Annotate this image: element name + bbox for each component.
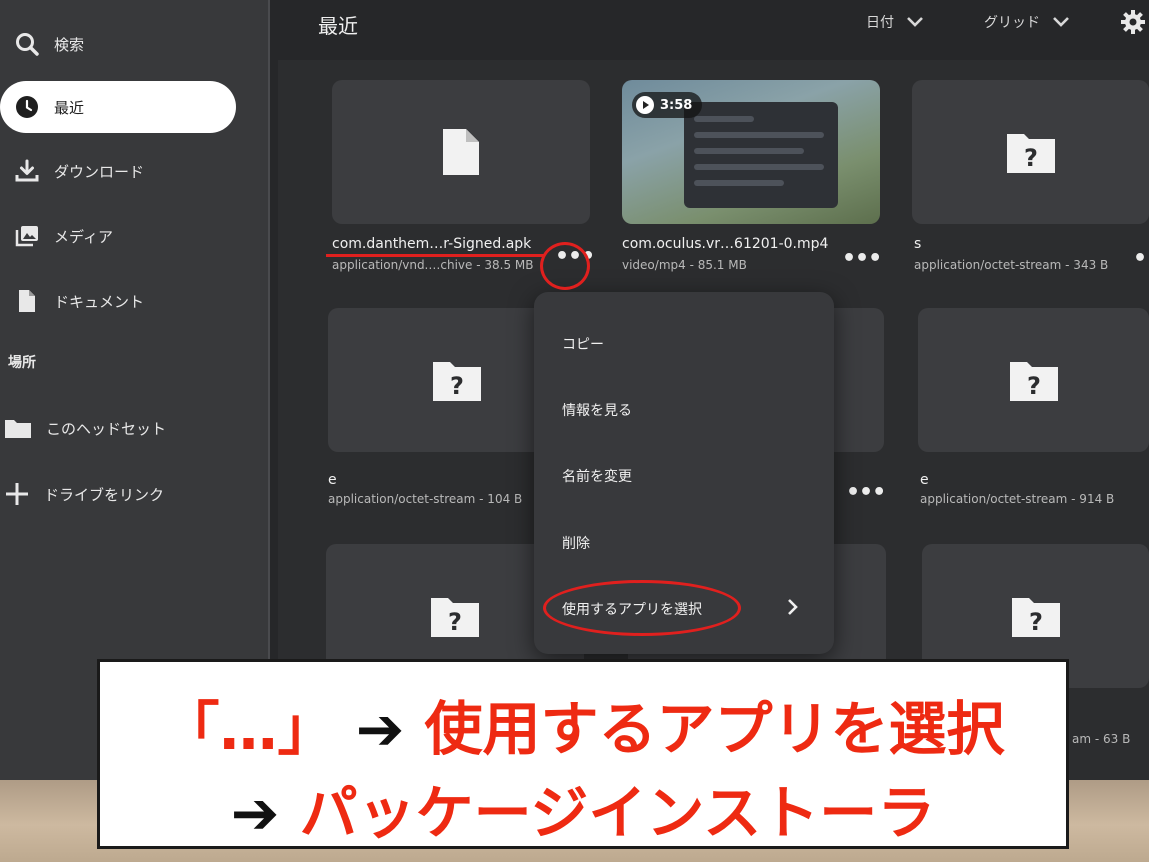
file-meta: application/octet-stream - 104 B: [328, 492, 523, 506]
svg-text:?: ?: [448, 608, 462, 636]
sidebar-item-search[interactable]: 検索: [0, 18, 236, 70]
sidebar-item-this-headset[interactable]: このヘッドセット: [0, 402, 236, 454]
file-icon: [443, 129, 479, 175]
play-icon: [636, 96, 654, 114]
sidebar-item-label: メディア: [54, 227, 113, 246]
menu-item-info[interactable]: 情報を見る: [562, 400, 632, 420]
caption-step-1: 使用するアプリを選択: [424, 695, 1005, 763]
gear-icon[interactable]: [1120, 9, 1146, 35]
unknown-folder-icon: ?: [433, 362, 481, 401]
caption-quote: 「…」: [161, 695, 336, 763]
document-icon: [19, 290, 35, 312]
more-options-button[interactable]: •••: [842, 248, 882, 270]
sort-dropdown[interactable]: 日付: [866, 12, 924, 32]
svg-text:?: ?: [1029, 608, 1043, 636]
file-thumbnail[interactable]: [332, 80, 590, 224]
chevron-down-icon: [1053, 17, 1069, 27]
download-icon: [15, 159, 39, 182]
video-duration: 3:58: [660, 97, 693, 113]
chevron-right-icon: [788, 599, 798, 615]
file-meta: video/mp4 - 85.1 MB: [622, 258, 747, 272]
folder-icon: [5, 420, 31, 438]
file-meta: am - 63 B: [1072, 732, 1131, 746]
sidebar-item-label: このヘッドセット: [46, 419, 167, 438]
plus-icon: [6, 483, 28, 505]
file-thumbnail[interactable]: ?: [912, 80, 1149, 224]
sidebar-item-recent[interactable]: 最近: [0, 81, 236, 133]
file-name[interactable]: e: [328, 472, 337, 488]
open-with-highlight-ring: [543, 580, 741, 636]
sidebar-item-label: 最近: [54, 98, 85, 117]
file-meta: application/octet-stream - 343 B: [914, 258, 1109, 272]
sidebar-item-downloads[interactable]: ダウンロード: [0, 145, 236, 197]
caption-step-2: パッケージインストーラ: [299, 779, 936, 847]
svg-text:?: ?: [450, 372, 464, 400]
video-thumbnail[interactable]: 3:58: [622, 80, 880, 224]
caption-arrow-1: ➔: [355, 695, 405, 763]
sidebar-item-media[interactable]: メディア: [0, 210, 236, 262]
file-meta: application/vnd.…chive - 38.5 MB: [332, 258, 534, 272]
video-duration-badge: 3:58: [632, 92, 703, 118]
video-preview-window: [684, 102, 838, 208]
more-options-button[interactable]: ••: [1133, 248, 1149, 270]
media-icon: [15, 226, 38, 247]
more-button-highlight-ring: [540, 242, 590, 290]
sidebar-item-link-drive[interactable]: ドライブをリンク: [0, 468, 236, 520]
sort-label: 日付: [866, 15, 894, 31]
file-thumbnail[interactable]: ?: [918, 308, 1149, 452]
unknown-folder-icon: ?: [431, 598, 479, 637]
page-title: 最近: [318, 14, 358, 38]
unknown-folder-icon: ?: [1009, 362, 1058, 401]
more-options-button[interactable]: •••: [846, 482, 886, 504]
unknown-folder-icon: ?: [1006, 134, 1055, 173]
view-label: グリッド: [984, 15, 1040, 31]
tutorial-caption: 「…」 ➔ 使用するアプリを選択 ➔ パッケージインストーラ: [97, 659, 1069, 849]
clock-icon: [16, 96, 38, 118]
caption-arrow-2: ➔: [230, 779, 280, 847]
svg-text:?: ?: [1027, 372, 1041, 400]
caption-line-1: 「…」 ➔ 使用するアプリを選択: [100, 682, 1066, 766]
caption-line-2: ➔ パッケージインストーラ: [100, 766, 1066, 850]
chevron-down-icon: [907, 17, 923, 27]
file-meta: application/octet-stream - 914 B: [920, 492, 1115, 506]
menu-item-rename[interactable]: 名前を変更: [562, 466, 632, 486]
filename-underline-annotation: [326, 254, 544, 257]
sidebar-item-label: ダウンロード: [54, 162, 145, 181]
search-icon: [16, 33, 39, 56]
sidebar-item-label: 検索: [54, 35, 85, 54]
menu-item-copy[interactable]: コピー: [562, 334, 604, 354]
view-dropdown[interactable]: グリッド: [984, 12, 1070, 32]
file-name[interactable]: s: [914, 236, 921, 252]
sidebar-item-label: ドライブをリンク: [44, 485, 165, 504]
file-name[interactable]: com.oculus.vr…61201-0.mp4: [622, 236, 828, 252]
file-name[interactable]: com.danthem…r-Signed.apk: [332, 236, 531, 252]
menu-item-delete[interactable]: 削除: [562, 533, 590, 553]
sidebar-item-documents[interactable]: ドキュメント: [0, 275, 236, 327]
places-section-label: 場所: [8, 355, 36, 371]
svg-text:?: ?: [1024, 144, 1038, 172]
sidebar-item-label: ドキュメント: [54, 292, 145, 311]
file-name[interactable]: e: [920, 472, 929, 488]
unknown-folder-icon: ?: [1011, 598, 1060, 637]
